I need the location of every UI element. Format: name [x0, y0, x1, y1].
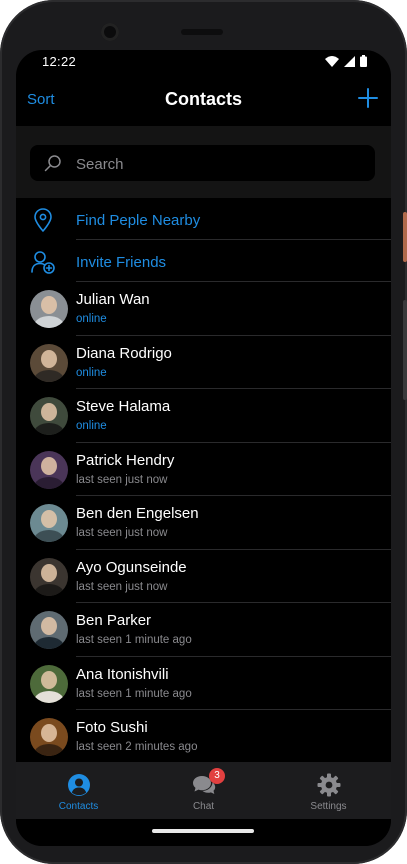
- screen: 12:22 Sort Contacts Search Find Peple Ne…: [16, 50, 391, 846]
- search-input[interactable]: [74, 145, 368, 183]
- avatar-head: [41, 296, 57, 314]
- avatar: [30, 290, 68, 328]
- invite-friends-row[interactable]: Invite Friends: [16, 240, 391, 282]
- invite-friends-label: Invite Friends: [76, 254, 167, 271]
- home-indicator[interactable]: [152, 829, 254, 833]
- battery-icon: [360, 55, 367, 67]
- tab-contacts-label: Contacts: [58, 801, 99, 812]
- contact-name: Julian Wan: [76, 291, 150, 308]
- add-person-icon: [31, 251, 55, 274]
- contact-row[interactable]: Ayo Ogunseinde last seen just now: [16, 550, 391, 603]
- contact-status: last seen 2 minutes ago: [76, 741, 198, 753]
- tab-chat[interactable]: 3 Chat: [141, 762, 266, 819]
- contact-name: Ayo Ogunseinde: [76, 558, 187, 576]
- avatar-shoulders: [34, 744, 64, 756]
- home-indicator-area: [16, 819, 391, 846]
- avatar-shoulders: [34, 369, 64, 382]
- contact-name: Patrick Hendry: [76, 451, 175, 469]
- contact-row[interactable]: Diana Rodrigo online: [16, 336, 391, 389]
- contact-status: online: [76, 313, 107, 325]
- contact-status: last seen just now: [76, 580, 168, 593]
- page-title: Contacts: [164, 89, 242, 109]
- contacts-container: Julian Wan online Diana Rodrigo online Steve…: [16, 282, 391, 764]
- avatar: [30, 504, 68, 542]
- location-pin-icon: [34, 208, 52, 232]
- contact-row[interactable]: Steve Halama online: [16, 389, 391, 443]
- person-circle-icon: [68, 774, 90, 796]
- avatar-head: [41, 724, 57, 742]
- avatar: [30, 397, 68, 435]
- contact-row[interactable]: Ana Itonishvili last seen 1 minute ago: [16, 657, 391, 710]
- cellular-signal-icon: [344, 55, 355, 67]
- contact-name: Foto Sushi: [76, 719, 148, 736]
- avatar-head: [41, 670, 57, 689]
- avatar: [30, 611, 68, 649]
- status-icons: [325, 55, 367, 67]
- power-button: [403, 212, 407, 262]
- contact-status: last seen just now: [76, 527, 168, 539]
- earpiece-speaker: [181, 29, 223, 35]
- avatar-shoulders: [34, 637, 64, 649]
- avatar: [30, 450, 68, 489]
- wifi-icon: [325, 55, 339, 67]
- tab-chat-label: Chat: [192, 801, 215, 812]
- chat-unread-badge: 3: [209, 768, 225, 784]
- contact-name: Steve Halama: [76, 398, 171, 415]
- avatar: [30, 718, 68, 756]
- contact-name: Ben Parker: [76, 612, 152, 629]
- search-section: [16, 126, 391, 198]
- phone-frame: 12:22 Sort Contacts Search Find Peple Ne…: [0, 0, 407, 864]
- search-box[interactable]: [30, 145, 375, 183]
- status-bar: 12:22: [16, 50, 391, 74]
- search-icon: [44, 155, 61, 172]
- avatar: [30, 343, 68, 382]
- avatar-head: [41, 349, 57, 368]
- contact-name: Ben den Engelsen: [76, 505, 199, 522]
- avatar: [30, 557, 68, 596]
- avatar-shoulders: [34, 423, 64, 435]
- avatar-head: [41, 456, 57, 475]
- tab-bar: Contacts 3 Chat Settings: [16, 762, 391, 819]
- avatar-shoulders: [34, 476, 64, 489]
- avatar-shoulders: [34, 583, 64, 596]
- contact-name: Ana Itonishvili: [76, 665, 169, 683]
- contact-row[interactable]: Patrick Hendry last seen just now: [16, 443, 391, 496]
- tab-settings[interactable]: Settings: [266, 762, 391, 819]
- plus-icon[interactable]: [358, 88, 378, 108]
- tab-settings-label: Settings: [310, 801, 347, 812]
- contact-status: last seen 1 minute ago: [76, 687, 192, 700]
- front-camera: [101, 23, 119, 41]
- find-people-nearby-label: Find Peple Nearby: [76, 212, 201, 229]
- contact-row[interactable]: Ben Parker last seen 1 minute ago: [16, 603, 391, 657]
- contact-name: Diana Rodrigo: [76, 344, 172, 362]
- tab-contacts[interactable]: Contacts: [16, 762, 141, 819]
- avatar-head: [41, 563, 57, 582]
- contact-status: last seen just now: [76, 473, 168, 486]
- avatar-shoulders: [34, 316, 64, 328]
- nav-bar: Sort Contacts: [16, 74, 391, 126]
- avatar-shoulders: [34, 530, 64, 542]
- status-time: 12:22: [42, 54, 77, 69]
- avatar-head: [41, 617, 57, 635]
- contact-row[interactable]: Ben den Engelsen last seen just now: [16, 496, 391, 550]
- avatar-shoulders: [34, 690, 64, 703]
- volume-button: [403, 300, 407, 400]
- avatar-head: [41, 510, 57, 528]
- contact-row[interactable]: Foto Sushi last seen 2 minutes ago: [16, 710, 391, 764]
- contact-list: Find Peple Nearby Invite Friends Julian …: [16, 198, 391, 764]
- avatar: [30, 664, 68, 703]
- gear-icon: [317, 773, 341, 797]
- contact-status: online: [76, 420, 107, 432]
- avatar-head: [41, 403, 57, 421]
- find-people-nearby-row[interactable]: Find Peple Nearby: [16, 198, 391, 240]
- contact-status: last seen 1 minute ago: [76, 634, 192, 646]
- contact-row[interactable]: Julian Wan online: [16, 282, 391, 336]
- contact-status: online: [76, 366, 107, 379]
